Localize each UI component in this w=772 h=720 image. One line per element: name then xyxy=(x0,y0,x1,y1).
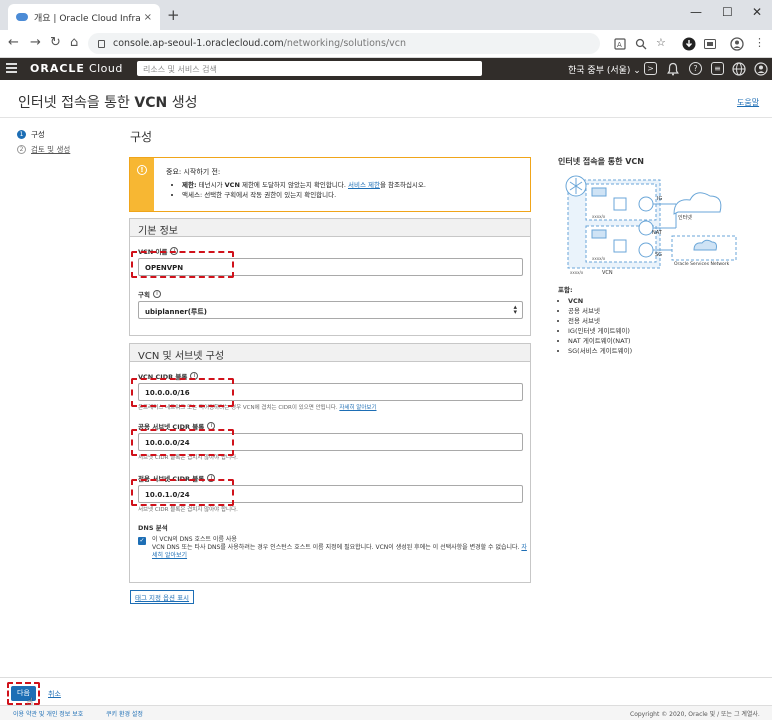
compartment-label: 구획 i xyxy=(138,289,161,299)
dns-hostnames-checkbox[interactable]: ✓ xyxy=(138,537,146,545)
help-link[interactable]: 도움말 xyxy=(737,97,759,108)
search-icon[interactable] xyxy=(635,38,647,50)
translate-icon[interactable]: A xyxy=(614,38,626,50)
oci-header: ORACLE Cloud 리소스 및 서비스 검색 한국 중부 (서울) ⌄ >… xyxy=(0,58,772,80)
panel-heading: VCN 및 서브넷 구성 xyxy=(130,344,530,362)
hamburger-menu-icon[interactable] xyxy=(6,63,17,75)
panel-heading: 기본 정보 xyxy=(130,219,530,237)
oracle-cloud-logo[interactable]: ORACLE Cloud xyxy=(30,62,123,75)
includes-label: 포함: xyxy=(558,286,573,294)
bookmark-star-icon[interactable]: ☆ xyxy=(656,36,666,49)
step-number: 2 xyxy=(17,145,26,154)
action-bar: 다음 ☝ 취소 xyxy=(0,677,772,708)
step-number: 1 xyxy=(17,130,26,139)
terms-link[interactable]: 이용 약관 및 개인 정보 보호 xyxy=(13,709,83,718)
profile-icon[interactable] xyxy=(730,37,744,51)
page-footer: 이용 약관 및 개인 정보 보호 쿠키 환경 설정 Copyright © 20… xyxy=(0,705,772,720)
show-tagging-options-link[interactable]: 태그 지정 옵션 표시 xyxy=(130,590,195,604)
step-configure[interactable]: 1 구성 xyxy=(17,129,45,140)
browser-menu-icon[interactable]: ⋮ xyxy=(754,36,765,49)
highlight-vcn-cidr xyxy=(131,378,234,407)
learn-more-link[interactable]: 자세히 알아보기 xyxy=(339,405,376,411)
notice-item: 액세스: 선택한 구획에서 작동 권한이 있는지 확인합니다. xyxy=(182,190,426,200)
console-search-input[interactable]: 리소스 및 서비스 검색 xyxy=(137,61,482,76)
info-icon[interactable]: i xyxy=(152,290,161,298)
back-button[interactable]: ← xyxy=(8,35,19,50)
tab-close-icon[interactable]: × xyxy=(144,12,152,23)
sg-label: SG xyxy=(655,252,662,258)
cloud-icon xyxy=(16,13,28,21)
reload-button[interactable]: ↻ xyxy=(50,35,61,50)
url-text: console.ap-seoul-1.oraclecloud.com/netwo… xyxy=(113,38,406,49)
svg-text:A: A xyxy=(617,41,622,49)
region-selector[interactable]: 한국 중부 (서울) ⌄ xyxy=(568,63,641,76)
internet-label: 인터넷 xyxy=(678,214,692,221)
list-item: 전용 서브넷 xyxy=(568,316,632,326)
header-divider xyxy=(0,117,772,118)
notice-list: 제한: 테넌시가 VCN 제한에 도달하지 않았는지 확인합니다. 서비스 제한… xyxy=(182,180,426,200)
notice-item: 제한: 테넌시가 VCN 제한에 도달하지 않았는지 확인합니다. 서비스 제한… xyxy=(182,180,426,190)
cast-icon[interactable] xyxy=(704,39,716,49)
home-button[interactable]: ⌂ xyxy=(70,35,78,50)
compartment-select[interactable]: ubiplanner(루트) ▴ ▾ xyxy=(138,301,523,319)
cidr-label: xxxx/x xyxy=(592,256,606,261)
list-item: VCN xyxy=(568,296,632,306)
list-item: SG(서비스 게이트웨이) xyxy=(568,346,632,356)
notice-box: ! 중요: 시작하기 전: 제한: 테넌시가 VCN 제한에 도달하지 않았는지… xyxy=(129,157,531,212)
list-item: NAT 게이트웨이(NAT) xyxy=(568,336,632,346)
url-bar[interactable]: console.ap-seoul-1.oraclecloud.com/netwo… xyxy=(88,33,600,54)
highlight-next-button xyxy=(7,682,40,705)
dns-resolution-label: DNS 분석 xyxy=(138,524,168,532)
diagram-title: 인터넷 접속을 통한 VCN xyxy=(558,157,644,166)
tab-title: 개요 | Oracle Cloud Infrastructu xyxy=(34,13,140,24)
cookie-preferences-link[interactable]: 쿠키 환경 설정 xyxy=(106,709,143,718)
dns-checkbox-text: 이 VCN의 DNS 호스트 이름 사용 VCN DNS 또는 타사 DNS를 사… xyxy=(152,536,527,559)
copyright-text: Copyright © 2020, Oracle 및 / 또는 그 계열사. xyxy=(630,711,760,718)
includes-list: VCN 공용 서브넷 전용 서브넷 IG(인터넷 게이트웨이) NAT 게이트웨… xyxy=(568,296,632,356)
highlight-vcn-name xyxy=(131,251,234,278)
vcn-label: VCN xyxy=(602,270,613,276)
step-label: 구성 xyxy=(31,130,45,139)
close-window-button[interactable]: ✕ xyxy=(752,5,762,19)
section-title: 구성 xyxy=(130,130,153,144)
select-arrows-icon: ▴ ▾ xyxy=(513,303,517,316)
vcn-architecture-diagram: IG NAT SG 인터넷 Oracle Services Network VC… xyxy=(565,175,737,276)
highlight-public-cidr xyxy=(131,429,234,456)
cancel-link[interactable]: 취소 xyxy=(48,689,61,699)
list-item: IG(인터넷 게이트웨이) xyxy=(568,326,632,336)
list-item: 공용 서브넷 xyxy=(568,306,632,316)
highlight-private-cidr xyxy=(131,479,234,506)
private-cidr-help: 서브넷 CIDR 블록은 겹치지 않아야 합니다. xyxy=(138,507,238,513)
browser-tab-bar: 개요 | Oracle Cloud Infrastructu × + — ☐ ✕ xyxy=(0,0,772,30)
warning-icon: ! xyxy=(137,165,147,175)
address-bar-row: ← → ↻ ⌂ console.ap-seoul-1.oraclecloud.c… xyxy=(0,30,772,58)
lock-icon xyxy=(98,39,105,48)
download-icon[interactable] xyxy=(682,37,696,51)
notice-title: 중요: 시작하기 전: xyxy=(166,168,221,176)
cidr-label: xxxx/x xyxy=(570,270,584,275)
step-review-create[interactable]: 2 검토 및 생성 xyxy=(17,144,70,155)
step-label: 검토 및 생성 xyxy=(31,145,71,154)
user-profile-icon[interactable] xyxy=(754,62,768,76)
dns-hostnames-checkbox-row[interactable]: ✓ 이 VCN의 DNS 호스트 이름 사용 VCN DNS 또는 타사 DNS를… xyxy=(138,536,532,560)
forward-button[interactable]: → xyxy=(30,35,41,50)
minimize-button[interactable]: — xyxy=(690,5,702,19)
help-icon[interactable]: ? xyxy=(689,62,702,75)
page-title: 인터넷 접속을 통한 VCN 생성 xyxy=(18,95,198,111)
feedback-icon[interactable]: ≡ xyxy=(711,62,724,75)
new-tab-button[interactable]: + xyxy=(167,6,180,24)
nat-label: NAT xyxy=(652,230,663,236)
ig-label: IG xyxy=(657,196,662,202)
osn-label: Oracle Services Network xyxy=(674,261,730,267)
bell-icon[interactable] xyxy=(667,62,679,76)
maximize-button[interactable]: ☐ xyxy=(722,5,733,19)
cloud-shell-icon[interactable]: > xyxy=(644,62,657,75)
browser-tab[interactable]: 개요 | Oracle Cloud Infrastructu × xyxy=(8,4,160,30)
globe-icon[interactable] xyxy=(732,62,746,76)
service-limits-link[interactable]: 서비스 제한 xyxy=(348,181,380,189)
cidr-label: xxxx/x xyxy=(592,214,606,219)
